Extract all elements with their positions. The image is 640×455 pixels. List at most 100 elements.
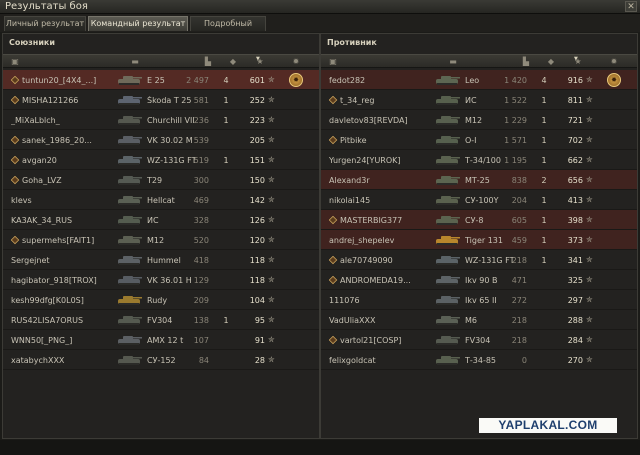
tank-icon (115, 194, 143, 206)
tank-icon (433, 214, 461, 226)
player-name: VadUliaXXX (329, 316, 425, 325)
player-name: sanek_1986_20... (11, 136, 107, 145)
table-row[interactable]: WNN50[_PNG_] AMX 12 t 107 91 ✮ (3, 330, 319, 350)
table-row[interactable]: davletov83[REVDA] M12 1 229 1 721 ✮ (321, 110, 637, 130)
table-row[interactable]: Alexand3r МТ-25 838 2 656 ✮ (321, 170, 637, 190)
damage-value: 138 (193, 316, 209, 325)
xp-value: 151 (249, 156, 265, 165)
tank-icon (115, 94, 143, 106)
table-row[interactable]: Yurgen24[YUROK] Т-34/100 1 195 1 662 ✮ (321, 150, 637, 170)
xp-star-icon[interactable]: ★ ▼ (252, 56, 268, 67)
platoon-icon[interactable]: ▣ (9, 56, 21, 67)
table-row[interactable]: andrej_shepelev Tiger 131 459 1 373 ✮ (321, 230, 637, 250)
player-name-text: Goha_LVZ (22, 176, 62, 185)
tank-icon (115, 134, 143, 146)
table-row[interactable]: vartol21[COSP] FV304 218 284 ✮ (321, 330, 637, 350)
player-name: vartol21[COSP] (329, 336, 425, 345)
table-row[interactable]: fedot282 Leo 1 420 4 916 ✮ ✸ (321, 70, 637, 90)
tab-team-result[interactable]: Командный результат (88, 16, 188, 31)
xp-star-icon: ✮ (586, 295, 593, 304)
table-row[interactable]: felixgoldcat Т-34-85 0 270 ✮ (321, 350, 637, 370)
tab-personal-result[interactable]: Личный результат (4, 16, 86, 31)
table-row[interactable]: avgan20 WZ-131G FT 519 1 151 ✮ (3, 150, 319, 170)
kills-value: 1 (541, 236, 547, 245)
xp-value: 373 (567, 236, 583, 245)
xp-value: 341 (567, 256, 583, 265)
achievement-icon[interactable]: ✹ (607, 56, 621, 67)
player-name: hagibator_918[TROX] (11, 276, 107, 285)
table-row[interactable]: xatabychXXX СУ-152 84 28 ✮ (3, 350, 319, 370)
table-row[interactable]: Sergejnet Hummel 418 118 ✮ (3, 250, 319, 270)
table-row[interactable]: kesh99dfg[K0L0S] Rudy 209 104 ✮ (3, 290, 319, 310)
player-name-text: andrej_shepelev (329, 236, 395, 245)
table-row[interactable]: supermehs[FAIT1] M12 520 120 ✮ (3, 230, 319, 250)
damage-value: 209 (193, 296, 209, 305)
damage-value: 519 (193, 156, 209, 165)
table-row[interactable]: VadUliaXXX M6 218 288 ✮ (321, 310, 637, 330)
xp-value: 118 (249, 256, 265, 265)
player-name-text: Sergejnet (11, 256, 50, 265)
platoon-icon[interactable]: ▣ (327, 56, 339, 67)
achievement-medal-icon[interactable]: ✸ (289, 73, 303, 87)
tab-detailed-report[interactable]: Подробный отчёт (190, 16, 266, 42)
tank-icon (115, 274, 143, 286)
platoon-badge-icon (11, 96, 20, 105)
player-name: RUS42LISA7ORUS (11, 316, 107, 325)
tank-icon[interactable]: ▬ (439, 56, 467, 67)
table-row[interactable]: MISHA121266 Škoda T 25 581 1 252 ✮ (3, 90, 319, 110)
player-name-text: MASTERBIG377 (340, 216, 403, 225)
kills-value: 4 (541, 76, 547, 85)
damage-value: 84 (198, 356, 209, 365)
table-row[interactable]: RUS42LISA7ORUS FV304 138 1 95 ✮ (3, 310, 319, 330)
damage-value: 218 (511, 336, 527, 345)
player-name-text: RUS42LISA7ORUS (11, 316, 84, 325)
player-name-text: nikolai145 (329, 196, 371, 205)
xp-value: 288 (567, 316, 583, 325)
damage-value: 581 (193, 96, 209, 105)
damage-value: 605 (511, 216, 527, 225)
table-row[interactable]: ANDROMEDA19... Ikv 90 B 471 325 ✮ (321, 270, 637, 290)
kills-value: 1 (541, 256, 547, 265)
allies-panel: Союзники ▣ ▬ ▙ ◆ ★ ▼ ✹ tuntun20_[4X4_...]… (2, 33, 320, 439)
player-name: Sergejnet (11, 256, 107, 265)
player-name: davletov83[REVDA] (329, 116, 425, 125)
table-row[interactable]: hagibator_918[TROX] VK 36.01 H 129 118 ✮ (3, 270, 319, 290)
tank-icon (115, 174, 143, 186)
window-title: Результаты боя (5, 1, 88, 12)
player-name-text: _MiXaLblch_ (11, 116, 60, 125)
table-row[interactable]: t_34_reg ИС 1 522 1 811 ✮ (321, 90, 637, 110)
damage-value: 272 (511, 296, 527, 305)
table-row[interactable]: sanek_1986_20... VK 30.02 M 539 205 ✮ (3, 130, 319, 150)
table-row[interactable]: 111076 Ikv 65 II 272 297 ✮ (321, 290, 637, 310)
kills-icon[interactable]: ◆ (543, 56, 559, 67)
table-row[interactable]: KA3AK_34_RUS ИС 328 126 ✮ (3, 210, 319, 230)
damage-value: 300 (193, 176, 209, 185)
kills-value: 2 (541, 176, 547, 185)
achievement-medal-icon[interactable]: ✸ (607, 73, 621, 87)
table-row[interactable]: tuntun20_[4X4_...] E 25 2 497 4 601 ✮ ✸ (3, 70, 319, 90)
damage-value: 2 497 (186, 76, 209, 85)
damage-icon[interactable]: ▙ (201, 56, 215, 67)
achievement-icon[interactable]: ✹ (289, 56, 303, 67)
xp-star-icon[interactable]: ★ ▼ (570, 56, 586, 67)
player-name-text: xatabychXXX (11, 356, 65, 365)
table-row[interactable]: Goha_LVZ T29 300 150 ✮ (3, 170, 319, 190)
xp-star-icon: ✮ (268, 255, 275, 264)
xp-star-icon: ✮ (268, 115, 275, 124)
table-row[interactable]: klevs Hellcat 469 142 ✮ (3, 190, 319, 210)
damage-icon[interactable]: ▙ (519, 56, 533, 67)
table-row[interactable]: nikolai145 СУ-100Y 204 1 413 ✮ (321, 190, 637, 210)
table-row[interactable]: _MiXaLblch_ Churchill VII 236 1 223 ✮ (3, 110, 319, 130)
table-row[interactable]: ale70749090 WZ-131G FT 218 1 341 ✮ (321, 250, 637, 270)
kills-icon[interactable]: ◆ (225, 56, 241, 67)
close-icon[interactable]: ✕ (625, 1, 637, 12)
xp-value: 252 (249, 96, 265, 105)
tank-icon[interactable]: ▬ (121, 56, 149, 67)
xp-star-icon: ✮ (268, 75, 275, 84)
player-name-text: fedot282 (329, 76, 366, 85)
table-row[interactable]: MASTERBIG377 СУ-8 605 1 398 ✮ (321, 210, 637, 230)
xp-star-icon: ✮ (586, 215, 593, 224)
damage-value: 204 (511, 196, 527, 205)
table-row[interactable]: Pitbike О-I 1 571 1 702 ✮ (321, 130, 637, 150)
player-name: Alexand3r (329, 176, 425, 185)
